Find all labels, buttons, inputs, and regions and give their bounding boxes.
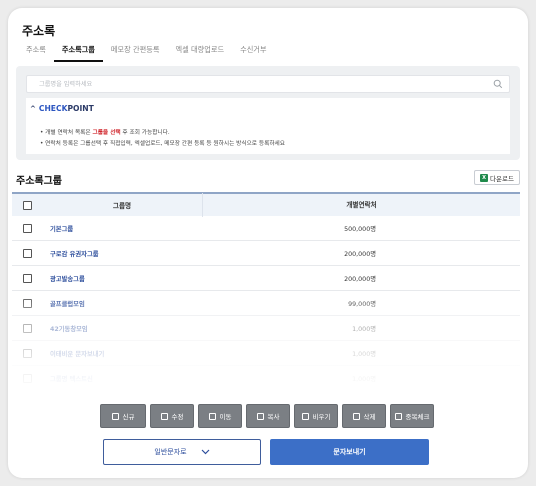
- caret-up-icon: ^: [30, 105, 36, 113]
- checkpoint-box: ^ CHECKPOINT • 개별 연락처 목록은 그룹을 선택 후 조회 가능합…: [26, 98, 510, 154]
- search-input[interactable]: [39, 76, 479, 92]
- row-checkbox[interactable]: [22, 323, 32, 333]
- page-title: 주소록: [22, 24, 56, 38]
- search-box: [26, 75, 510, 93]
- download-label: 다운로드: [490, 174, 514, 183]
- tab-bar: 주소록 주소록그룹 메모장 간편등록 엑셀 대량업로드 수신거부: [22, 44, 275, 62]
- empty-icon: [301, 412, 309, 420]
- section-title: 주소록그룹: [16, 176, 62, 187]
- column-header-contacts: 개별연락처: [202, 193, 520, 217]
- new-button[interactable]: 신규: [100, 404, 146, 428]
- tab-address-book[interactable]: 주소록: [22, 44, 54, 62]
- tab-reject[interactable]: 수신거부: [232, 44, 274, 62]
- send-message-button[interactable]: 문자보내기: [270, 439, 429, 465]
- row-checkbox[interactable]: [22, 248, 32, 258]
- checkpoint-title: ^ CHECKPOINT: [30, 104, 94, 113]
- address-book-panel: 주소록 주소록 주소록그룹 메모장 간편등록 엑셀 대량업로드 수신거부 ^CH…: [8, 8, 528, 478]
- tab-memo-register[interactable]: 메모장 간편등록: [103, 44, 168, 62]
- group-name[interactable]: 기본그룹: [42, 224, 202, 233]
- group-name[interactable]: 42기동창모임: [42, 324, 202, 333]
- table-header: 그룹명 개별연락처: [12, 192, 520, 217]
- table-row[interactable]: 42기동창모임 1,000명: [12, 316, 520, 341]
- table-row[interactable]: 기본그룹 500,000명: [12, 216, 520, 241]
- tab-excel-upload[interactable]: 엑셀 대량업로드: [168, 44, 233, 62]
- table-row[interactable]: 구로감 유권자그룹 200,000명: [12, 241, 520, 266]
- empty-button[interactable]: 비우기: [294, 404, 338, 428]
- search-area: ^CHECKPOINT • 개별 연락처 목록은 그룹을 선택 후 조회 가능합…: [16, 66, 520, 160]
- group-table: 그룹명 개별연락처 기본그룹 500,000명 구로감 유권자그룹 200,00…: [12, 192, 520, 391]
- contact-count: 1,000명: [352, 350, 376, 358]
- move-button[interactable]: 이동: [198, 404, 242, 428]
- contact-count: 1,000명: [352, 376, 376, 383]
- delete-button[interactable]: 삭제: [342, 404, 386, 428]
- chevron-down-icon: [201, 449, 210, 455]
- contact-count: 1,000명: [352, 325, 376, 333]
- copy-icon: [256, 412, 264, 420]
- column-header-group-name: 그룹명: [112, 202, 132, 210]
- row-checkbox[interactable]: [22, 223, 32, 233]
- table-row[interactable]: 그룹명 텍스트신 1,000명: [12, 366, 520, 391]
- delete-icon: [352, 412, 360, 420]
- new-icon: [111, 412, 119, 420]
- normal-message-dropdown[interactable]: 일반문자로: [103, 439, 261, 465]
- checkpoint-line-2: • 연락처 등록은 그룹선택 후 직접입력, 엑셀업로드, 메모장 간편 등록 …: [40, 141, 286, 147]
- group-name[interactable]: 이태비운 문자보내기: [42, 349, 202, 358]
- group-name[interactable]: 구로감 유권자그룹: [42, 249, 202, 258]
- move-icon: [208, 412, 216, 420]
- group-name[interactable]: 광고발송그룹: [42, 274, 202, 283]
- table-row[interactable]: 광고발송그룹 200,000명: [12, 266, 520, 291]
- table-row[interactable]: 이태비운 문자보내기 1,000명: [12, 341, 520, 366]
- contact-count: 500,000명: [344, 225, 376, 233]
- contact-count: 200,000명: [344, 275, 376, 283]
- edit-icon: [160, 412, 168, 420]
- row-checkbox[interactable]: [22, 298, 32, 308]
- row-checkbox[interactable]: [22, 273, 32, 283]
- checkpoint-line-1: • 개별 연락처 목록은 그룹을 선택 후 조회 가능합니다.: [40, 130, 170, 136]
- duplicate-check-button[interactable]: 중복체크: [390, 404, 434, 428]
- group-name[interactable]: 골프클럽모임: [42, 299, 202, 308]
- contact-count: 99,000명: [348, 300, 376, 308]
- group-name[interactable]: 그룹명 텍스트신: [42, 374, 202, 383]
- search-icon[interactable]: [493, 79, 503, 89]
- table-row[interactable]: 골프클럽모임 99,000명: [12, 291, 520, 316]
- excel-icon: X: [480, 173, 489, 182]
- duplicate-check-icon: [394, 412, 402, 420]
- action-toolbar: 신규 수정 이동 복사 비우기 삭제 중복체크: [100, 404, 434, 428]
- tab-address-group[interactable]: 주소록그룹: [53, 44, 103, 62]
- row-checkbox[interactable]: [22, 348, 32, 358]
- row-checkbox[interactable]: [22, 374, 32, 383]
- contact-count: 200,000명: [344, 250, 376, 258]
- copy-button[interactable]: 복사: [246, 404, 290, 428]
- normal-message-label: 일반문자로: [154, 448, 187, 456]
- select-all-checkbox[interactable]: [22, 200, 32, 210]
- edit-button[interactable]: 수정: [150, 404, 194, 428]
- download-button[interactable]: X 다운로드: [474, 170, 520, 185]
